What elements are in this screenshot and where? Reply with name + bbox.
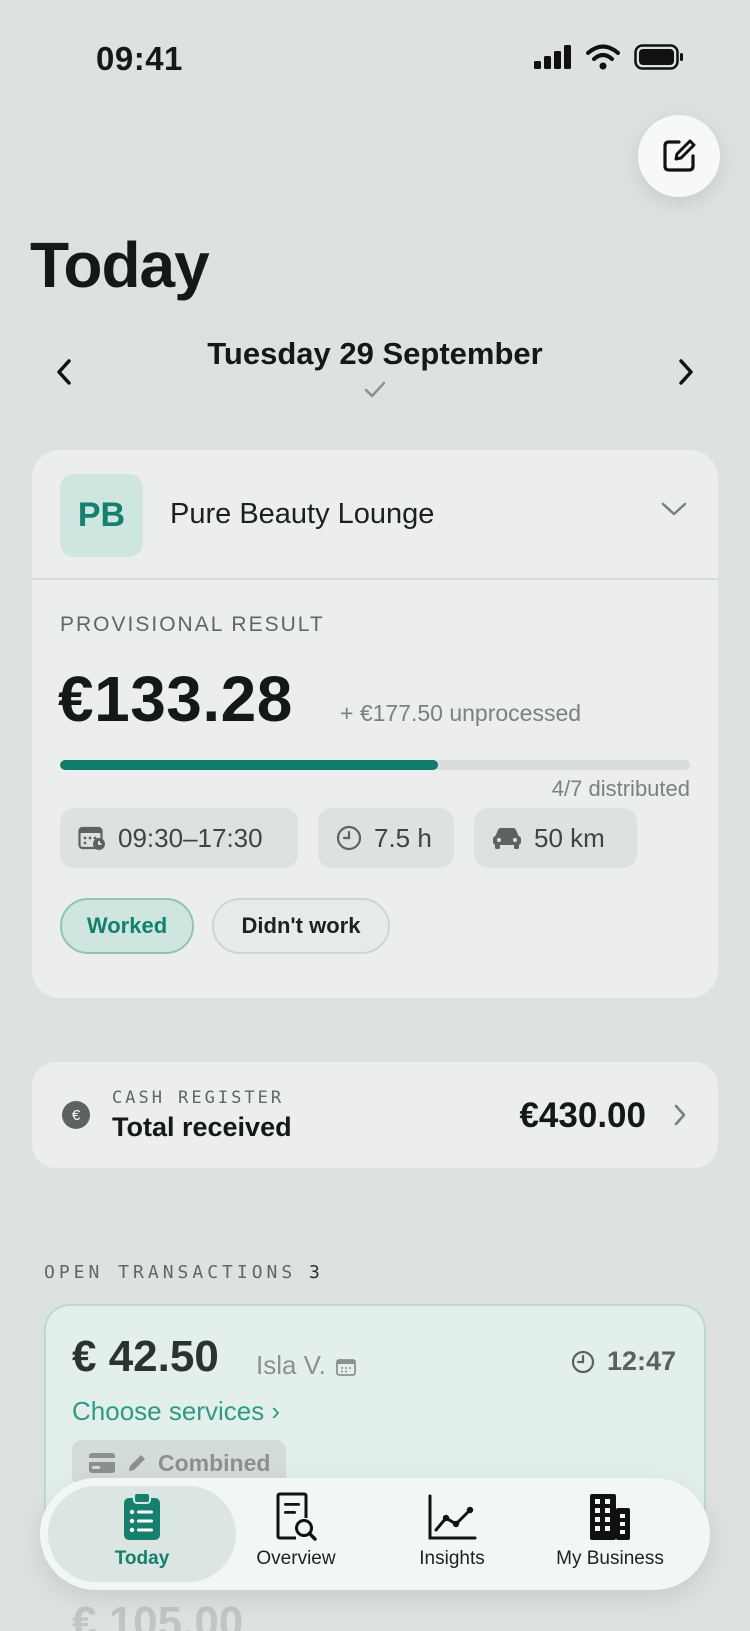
page-title: Today: [30, 229, 210, 301]
calendar-clock-icon: [78, 826, 105, 850]
nav-overview-label: Overview: [256, 1548, 336, 1569]
check-icon: [363, 380, 387, 405]
transaction-time: 12:47: [571, 1346, 676, 1377]
calendar-icon: [336, 1358, 356, 1381]
business-selector[interactable]: PB Pure Beauty Lounge: [32, 450, 718, 580]
document-search-icon: [276, 1492, 317, 1541]
clock-icon: [336, 825, 362, 851]
cash-register-card[interactable]: € CASH REGISTER Total received €430.00: [32, 1062, 718, 1168]
status-icons: [534, 44, 684, 70]
nav-my-business-label: My Business: [556, 1548, 664, 1569]
didnt-work-toggle[interactable]: Didn't work: [212, 898, 390, 954]
nav-today[interactable]: Today: [62, 1492, 222, 1582]
cash-register-subtitle: Total received: [112, 1112, 292, 1142]
provisional-amount: €133.28: [58, 663, 293, 735]
transaction-amount: € 42.50: [72, 1332, 219, 1381]
bottom-navigation: Today Overview Insights My Business: [40, 1478, 710, 1590]
business-avatar: PB: [60, 474, 143, 557]
euro-icon: €: [62, 1101, 90, 1129]
chevron-right-icon: [672, 1102, 688, 1133]
payment-method-label: Combined: [158, 1449, 271, 1476]
next-day-button[interactable]: [666, 352, 706, 392]
hours-range: 09:30–17:30: [118, 822, 263, 853]
nav-insights[interactable]: Insights: [372, 1492, 532, 1582]
chevron-right-icon: [679, 359, 693, 385]
distance-chip[interactable]: 50 km: [474, 808, 637, 868]
worked-toggle[interactable]: Worked: [60, 898, 194, 954]
cash-register-label: CASH REGISTER: [112, 1088, 285, 1108]
compose-icon: [663, 139, 696, 172]
provisional-result-label: PROVISIONAL RESULT: [60, 613, 325, 636]
duration-chip[interactable]: 7.5 h: [318, 808, 454, 868]
transaction-client: Isla V.: [256, 1350, 326, 1380]
distance-value: 50 km: [534, 822, 605, 853]
distributed-count: 4/7 distributed: [551, 776, 690, 801]
chevron-down-icon: [660, 500, 688, 523]
open-transactions-count: 3: [309, 1262, 320, 1283]
clipboard-list-icon: [124, 1492, 160, 1540]
distribution-progress-bar: [60, 760, 690, 770]
credit-card-icon: [89, 1453, 115, 1473]
signal-icon: [534, 45, 571, 69]
cash-register-amount: €430.00: [519, 1096, 646, 1135]
status-time: 09:41: [96, 40, 183, 77]
clock-icon: [571, 1350, 595, 1373]
car-icon: [493, 828, 521, 849]
progress-fill: [60, 760, 438, 770]
business-day-card: PB Pure Beauty Lounge PROVISIONAL RESULT…: [32, 450, 718, 998]
choose-services-link[interactable]: Choose services ›: [72, 1396, 280, 1427]
nav-my-business[interactable]: My Business: [530, 1492, 690, 1582]
nav-overview[interactable]: Overview: [216, 1492, 376, 1582]
unprocessed-amount: + €177.50 unprocessed: [340, 700, 582, 726]
date-label[interactable]: Tuesday 29 September: [0, 336, 750, 372]
nav-insights-label: Insights: [419, 1548, 485, 1569]
building-icon: [590, 1494, 630, 1540]
pencil-icon: [129, 1455, 145, 1471]
nav-today-label: Today: [114, 1548, 170, 1569]
transaction-time-value: 12:47: [606, 1346, 676, 1376]
business-name: Pure Beauty Lounge: [170, 498, 435, 530]
battery-icon: [634, 44, 683, 70]
open-transactions-label: OPEN TRANSACTIONS: [44, 1262, 297, 1283]
next-transaction-amount: € 105.00: [72, 1598, 244, 1631]
compose-button[interactable]: [638, 115, 720, 197]
line-chart-icon: [428, 1494, 477, 1540]
duration-value: 7.5 h: [374, 822, 432, 853]
hours-chip[interactable]: 09:30–17:30: [60, 808, 298, 868]
date-navigator: Tuesday 29 September: [0, 332, 750, 412]
wifi-icon: [586, 44, 620, 70]
